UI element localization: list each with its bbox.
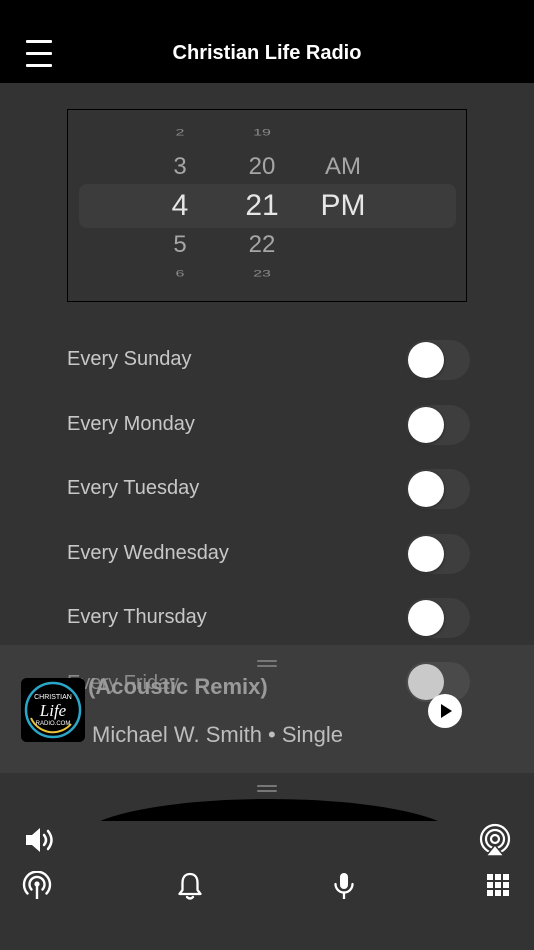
- header: Christian Life Radio: [0, 0, 534, 83]
- day-row-thursday: Every Thursday: [67, 598, 470, 638]
- microphone-icon[interactable]: [332, 871, 356, 901]
- day-label: Every Thursday: [67, 606, 207, 628]
- minute-column[interactable]: 19 20 21 22 23: [232, 110, 292, 301]
- day-row-monday: Every Monday: [67, 405, 470, 445]
- toggle-knob: [408, 342, 444, 378]
- airplay-icon[interactable]: [478, 823, 512, 857]
- wednesday-toggle[interactable]: [406, 534, 470, 574]
- hour-value: 2: [175, 127, 185, 138]
- day-label: Every Tuesday: [67, 477, 200, 499]
- thursday-toggle[interactable]: [406, 598, 470, 638]
- day-row-wednesday: Every Wednesday: [67, 534, 470, 574]
- station-logo-icon: CHRISTIAN Life RADIO.COM: [21, 678, 85, 742]
- day-label: Every Monday: [67, 413, 195, 435]
- minute-value: 22: [248, 231, 276, 258]
- bottom-panel: [0, 773, 534, 950]
- minute-value: 19: [253, 127, 271, 138]
- drag-handle[interactable]: [257, 785, 277, 793]
- svg-text:Life: Life: [39, 701, 67, 720]
- track-subtitle: Michael W. Smith • Single: [92, 722, 344, 747]
- day-row-tuesday: Every Tuesday: [67, 469, 470, 509]
- bell-icon[interactable]: [177, 871, 203, 901]
- grid-icon[interactable]: [486, 873, 510, 897]
- hour-value: 6: [175, 268, 185, 279]
- sunday-toggle[interactable]: [406, 340, 470, 380]
- period-column[interactable]: AM PM: [308, 110, 378, 301]
- minute-value: 20: [248, 153, 276, 180]
- tuesday-toggle[interactable]: [406, 469, 470, 509]
- svg-text:RADIO.COM: RADIO.COM: [36, 721, 71, 727]
- time-picker[interactable]: 2 3 4 5 6 19 20 21 22 23 AM PM: [67, 109, 467, 302]
- play-button[interactable]: [428, 694, 462, 728]
- period-value: AM: [325, 153, 361, 180]
- toggle-knob: [408, 471, 444, 507]
- speaker-icon[interactable]: [24, 825, 58, 855]
- minute-value-selected: 21: [245, 189, 279, 222]
- hour-column[interactable]: 2 3 4 5 6: [150, 110, 210, 301]
- svg-text:CHRISTIAN: CHRISTIAN: [34, 694, 72, 701]
- minute-value: 23: [253, 268, 271, 279]
- period-value-selected: PM: [320, 189, 366, 222]
- album-artwork[interactable]: CHRISTIAN Life RADIO.COM: [21, 678, 85, 742]
- toggle-knob: [408, 600, 444, 636]
- monday-toggle[interactable]: [406, 405, 470, 445]
- toggle-knob: [408, 536, 444, 572]
- bottom-panel-cover: [0, 821, 534, 950]
- hour-value: 3: [173, 153, 187, 180]
- drag-handle[interactable]: [257, 660, 277, 668]
- toggle-knob: [408, 407, 444, 443]
- play-icon: [441, 704, 452, 718]
- broadcast-icon[interactable]: [22, 871, 52, 901]
- track-title: (Acoustic Remix): [88, 674, 268, 699]
- hour-value-selected: 4: [171, 189, 189, 222]
- day-row-sunday: Every Sunday: [67, 340, 470, 380]
- page-title: Christian Life Radio: [172, 42, 362, 64]
- day-label: Every Wednesday: [67, 542, 229, 564]
- hour-value: 5: [173, 231, 187, 258]
- day-label: Every Sunday: [67, 348, 192, 370]
